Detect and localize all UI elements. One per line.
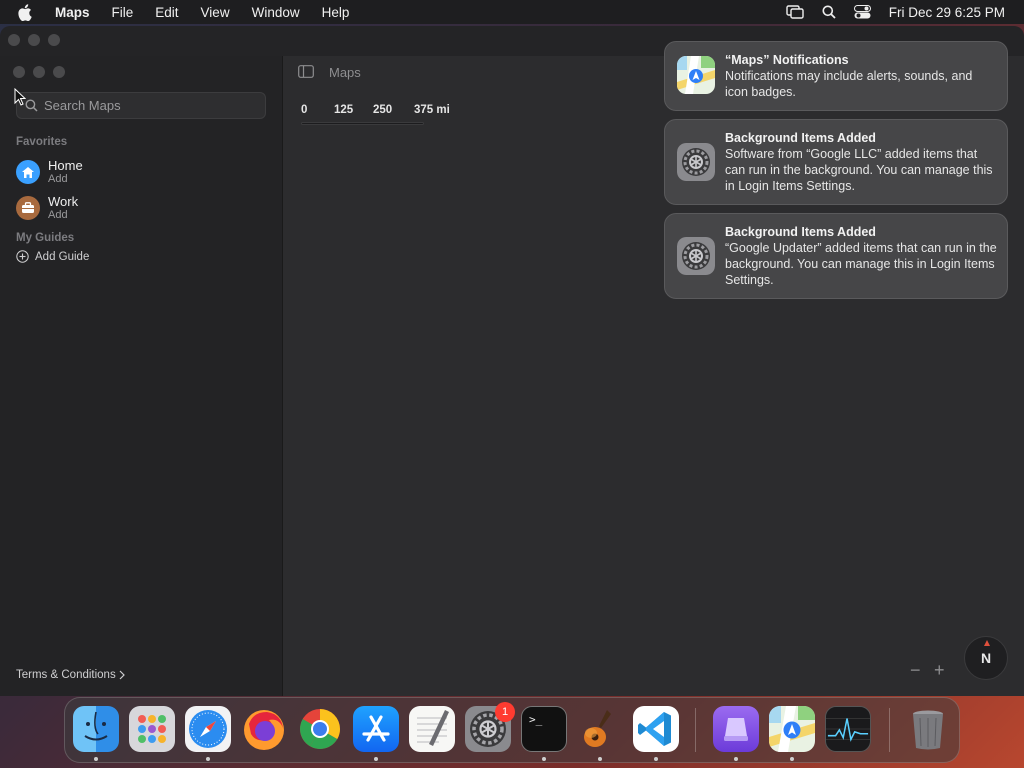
scale-label-3: 375 mi (414, 104, 450, 116)
my-guides-label: My Guides (16, 232, 75, 244)
launchpad-icon[interactable] (129, 706, 175, 752)
running-indicator (598, 757, 602, 761)
scale-bar (301, 122, 424, 125)
compass-button[interactable]: N (964, 636, 1008, 680)
minimize-button[interactable] (33, 66, 45, 78)
menu-app-name[interactable]: Maps (55, 5, 90, 20)
chevron-right-icon (119, 670, 125, 680)
notification-background-items-google[interactable]: Background Items Added Software from “Go… (664, 119, 1008, 205)
apple-menu-icon[interactable] (17, 3, 39, 21)
compass-north-indicator (984, 640, 990, 646)
close-button[interactable] (8, 34, 20, 46)
menu-window[interactable]: Window (252, 5, 300, 20)
favorite-work[interactable]: Work Add (16, 192, 266, 224)
notification-title: Background Items Added (725, 131, 876, 145)
zoom-button[interactable] (53, 66, 65, 78)
favorite-home-title: Home (48, 158, 83, 173)
favorites-label: Favorites (16, 136, 68, 148)
home-icon (16, 160, 40, 184)
vscode-icon[interactable] (633, 706, 679, 752)
maps-app-icon (677, 56, 715, 94)
background-window-controls[interactable] (8, 34, 60, 46)
trash-icon[interactable] (905, 706, 951, 752)
notification-maps[interactable]: “Maps” Notifications Notifications may i… (664, 41, 1008, 111)
mouse-pointer-icon (14, 87, 27, 111)
briefcase-icon (16, 196, 40, 220)
sidebar: Search Maps Favorites Home Add Work Add … (0, 56, 283, 696)
scale-label-1: 125 (334, 104, 354, 116)
activity-monitor-icon[interactable] (825, 706, 871, 752)
running-indicator (94, 757, 98, 761)
zoom-in-button[interactable]: + (934, 660, 945, 681)
running-indicator (206, 757, 210, 761)
notification-message: Software from “Google LLC” added items t… (725, 147, 993, 193)
add-guide-label: Add Guide (35, 250, 90, 263)
control-center-icon[interactable] (853, 5, 871, 19)
system-settings-icon (677, 237, 715, 275)
running-indicator (374, 757, 378, 761)
notification-message: Notifications may include alerts, sounds… (725, 69, 973, 99)
favorite-home[interactable]: Home Add (16, 156, 266, 188)
sidebar-toggle-icon[interactable] (298, 65, 314, 83)
running-indicator (654, 757, 658, 761)
running-indicator (790, 757, 794, 761)
podcasts-storage-icon[interactable] (713, 706, 759, 752)
compass-label: N (980, 650, 992, 666)
notification-background-items-updater[interactable]: Background Items Added “Google Updater” … (664, 213, 1008, 299)
maps-app-icon[interactable] (769, 706, 815, 752)
dock-separator (889, 708, 890, 752)
menu-edit[interactable]: Edit (155, 5, 178, 20)
textedit-icon[interactable] (409, 706, 455, 752)
plus-circle-icon (16, 250, 29, 263)
window-title: Maps (329, 65, 361, 80)
terms-label: Terms & Conditions (16, 669, 116, 681)
app-store-icon[interactable] (353, 706, 399, 752)
menubar-clock[interactable]: Fri Dec 29 6:25 PM (889, 5, 1005, 20)
favorite-work-subtitle: Add (48, 209, 68, 221)
finder-icon[interactable] (73, 706, 119, 752)
menu-file[interactable]: File (112, 5, 134, 20)
window-controls[interactable] (13, 66, 65, 78)
running-indicator (542, 757, 546, 761)
terminal-icon[interactable]: >_ (521, 706, 567, 752)
system-settings-icon (677, 143, 715, 181)
zoom-out-button[interactable]: − (910, 660, 921, 681)
search-icon (25, 99, 38, 112)
notification-message: “Google Updater” added items that can ru… (725, 241, 997, 287)
scale-label-0: 0 (301, 104, 308, 116)
chrome-icon[interactable] (297, 706, 343, 752)
search-field[interactable]: Search Maps (16, 92, 266, 119)
garageband-icon[interactable] (577, 706, 623, 752)
running-indicator (734, 757, 738, 761)
zoom-button[interactable] (48, 34, 60, 46)
terms-link[interactable]: Terms & Conditions (16, 669, 125, 681)
search-placeholder: Search Maps (44, 98, 121, 113)
notification-title: Background Items Added (725, 225, 876, 239)
firefox-icon[interactable] (241, 706, 287, 752)
close-button[interactable] (13, 66, 25, 78)
add-guide-button[interactable]: Add Guide (16, 250, 89, 263)
dock-separator (695, 708, 696, 752)
favorite-work-title: Work (48, 194, 79, 209)
menu-help[interactable]: Help (322, 5, 350, 20)
menu-view[interactable]: View (201, 5, 230, 20)
minimize-button[interactable] (28, 34, 40, 46)
screen-mirroring-icon[interactable] (786, 5, 804, 19)
menu-bar: Maps File Edit View Window Help Fri Dec … (0, 0, 1024, 24)
settings-notification-badge: 1 (495, 702, 515, 722)
favorite-home-subtitle: Add (48, 173, 68, 185)
notification-title: “Maps” Notifications (725, 53, 849, 67)
terminal-prompt: >_ (529, 713, 543, 726)
spotlight-search-icon[interactable] (822, 5, 836, 19)
safari-icon[interactable] (185, 706, 231, 752)
scale-label-2: 250 (373, 104, 393, 116)
